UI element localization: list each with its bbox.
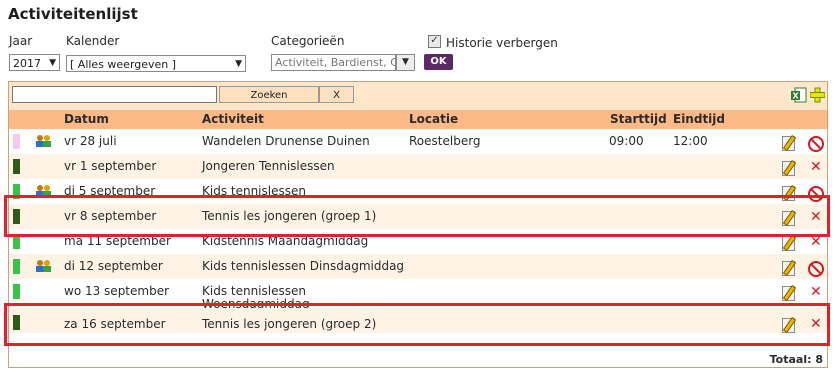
header-datum[interactable]: Datum: [64, 112, 109, 126]
historie-checkbox[interactable]: ✓: [428, 35, 441, 48]
blocked-icon[interactable]: [808, 136, 824, 152]
edit-icon[interactable]: [782, 236, 795, 251]
jaar-label: Jaar: [9, 34, 33, 48]
search-button[interactable]: Zoeken: [219, 86, 319, 103]
cell-datum: vr 1 september: [64, 159, 157, 173]
table-row[interactable]: wo 13 september Kids tennislessen Woensd…: [9, 279, 827, 311]
ok-button[interactable]: OK: [424, 54, 453, 70]
kalender-value: [ Alles weergeven ]: [70, 58, 177, 71]
header-activiteit[interactable]: Activiteit: [202, 112, 264, 126]
category-color-marker: [13, 284, 20, 299]
kalender-select[interactable]: [ Alles weergeven ] ▼: [66, 55, 246, 72]
clear-button[interactable]: X: [319, 86, 354, 103]
page-title: Activiteitenlijst: [8, 5, 138, 23]
edit-icon[interactable]: [782, 136, 795, 151]
chevron-down-icon: ▼: [235, 59, 242, 69]
kalender-label: Kalender: [66, 34, 120, 48]
cell-starttijd: 09:00: [609, 134, 644, 148]
cell-activiteit: Jongeren Tennislessen: [202, 159, 335, 173]
highlight-box-row-4: [4, 195, 830, 237]
svg-text:X: X: [793, 92, 800, 101]
header-eindtijd[interactable]: Eindtijd: [673, 112, 725, 126]
categorieen-dropdown-button[interactable]: ▼: [396, 54, 415, 71]
cell-locatie: Roestelberg: [409, 134, 481, 148]
table-row[interactable]: di 12 september Kids tennislessen Dinsda…: [9, 254, 827, 279]
add-icon[interactable]: [810, 87, 825, 103]
header-starttijd[interactable]: Starttijd: [610, 112, 667, 126]
cell-activiteit: Kids tennislessen Dinsdagmiddag: [202, 259, 405, 273]
chevron-down-icon: ▼: [49, 58, 56, 68]
delete-icon[interactable]: ✕: [810, 285, 822, 299]
table-header: Datum Activiteit Locatie Starttijd Eindt…: [9, 110, 827, 129]
cell-datum: wo 13 september: [64, 284, 170, 298]
table-row[interactable]: vr 1 september Jongeren Tennislessen ✕: [9, 154, 827, 179]
table-row[interactable]: vr 28 juli Wandelen Drunense Duinen Roes…: [9, 129, 827, 154]
jaar-select[interactable]: 2017 ▼: [9, 54, 60, 71]
toolbar: Zoeken X X: [9, 82, 827, 110]
header-locatie[interactable]: Locatie: [409, 112, 458, 126]
edit-icon[interactable]: [782, 261, 795, 276]
jaar-value: 2017: [13, 57, 41, 70]
edit-icon[interactable]: [782, 161, 795, 176]
delete-icon[interactable]: ✕: [810, 235, 822, 249]
excel-export-icon[interactable]: X: [791, 87, 807, 103]
cell-datum: di 12 september: [64, 259, 163, 273]
total-count: Totaal: 8: [769, 353, 823, 366]
cell-eindtijd: 12:00: [673, 134, 708, 148]
categorieen-label: Categorieën: [271, 34, 345, 48]
category-color-marker: [13, 134, 20, 149]
category-color-marker: [13, 159, 20, 174]
cell-datum: vr 28 juli: [64, 134, 117, 148]
group-icon: [36, 135, 51, 147]
categorieen-input[interactable]: Activiteit, Bardienst, C: [271, 54, 396, 71]
group-icon: [36, 260, 51, 272]
category-color-marker: [13, 259, 20, 274]
cell-activiteit: Wandelen Drunense Duinen: [202, 134, 370, 148]
chevron-down-icon: ▼: [402, 57, 409, 67]
cell-activiteit: Kids tennislessen: [202, 284, 306, 298]
highlight-box-row-8: [4, 303, 830, 346]
edit-icon[interactable]: [782, 286, 795, 301]
search-input[interactable]: [12, 86, 217, 103]
historie-label: Historie verbergen: [446, 36, 558, 50]
delete-icon[interactable]: ✕: [810, 160, 822, 174]
blocked-icon[interactable]: [808, 261, 824, 277]
